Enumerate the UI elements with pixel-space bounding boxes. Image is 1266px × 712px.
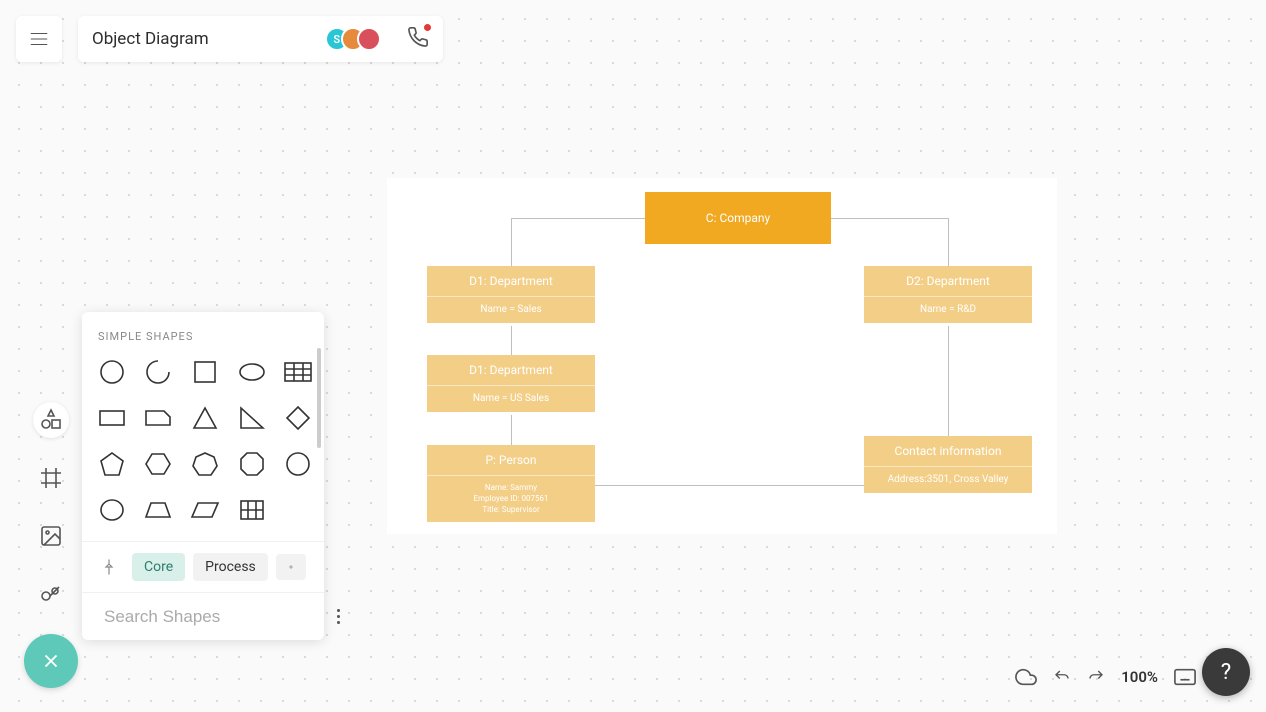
node-title: P: Person — [427, 445, 595, 475]
chip-core[interactable]: Core — [132, 553, 185, 581]
diagram-node-d3[interactable]: D1: Department Name = US Sales — [427, 355, 595, 412]
image-icon — [39, 524, 63, 548]
keyboard-button[interactable] — [1174, 668, 1196, 686]
search-row — [82, 592, 324, 640]
node-body: Name: Sammy Employee ID: 007561 Title: S… — [427, 475, 595, 522]
freehand-icon — [39, 582, 63, 606]
shapes-grid — [82, 351, 324, 541]
node-title: D2: Department — [864, 266, 1032, 296]
close-icon — [40, 650, 62, 672]
chip-process[interactable]: Process — [193, 553, 268, 581]
chip-add[interactable] — [276, 554, 306, 580]
redo-button[interactable] — [1087, 668, 1105, 686]
shape-grid[interactable] — [238, 495, 266, 525]
shapes-panel-title: SIMPLE SHAPES — [82, 312, 324, 351]
shape-circle[interactable] — [98, 357, 126, 387]
node-body: Name = R&D — [864, 296, 1032, 323]
shape-table[interactable] — [284, 357, 312, 387]
shapes-icon — [39, 408, 63, 432]
diagram-node-d1[interactable]: D1: Department Name = Sales — [427, 266, 595, 323]
document-title[interactable]: Object Diagram — [92, 29, 309, 49]
diagram-canvas[interactable]: C: Company D1: Department Name = Sales D… — [387, 178, 1057, 534]
top-bar: Object Diagram S — [16, 16, 443, 62]
redo-icon — [1087, 668, 1105, 686]
diagram-node-d2[interactable]: D2: Department Name = R&D — [864, 266, 1032, 323]
cloud-sync-button[interactable] — [1015, 666, 1037, 688]
pin-button[interactable] — [94, 552, 124, 582]
avatar[interactable] — [357, 27, 381, 51]
shape-empty — [284, 495, 312, 525]
call-button[interactable] — [407, 26, 429, 52]
shape-octagon[interactable] — [238, 449, 266, 479]
undo-icon — [1053, 668, 1071, 686]
shape-rectangle[interactable] — [98, 403, 126, 433]
frame-tool[interactable] — [33, 460, 69, 496]
shape-category-row: Core Process — [82, 541, 324, 592]
frame-icon — [39, 466, 63, 490]
left-toolbar — [24, 402, 78, 688]
node-title: D1: Department — [427, 355, 595, 385]
diagram-node-company[interactable]: C: Company — [645, 192, 831, 244]
help-icon: ? — [1221, 660, 1231, 685]
shape-hexagon[interactable] — [144, 449, 172, 479]
close-panel-button[interactable] — [24, 634, 78, 688]
menu-icon — [28, 28, 50, 50]
shape-diamond[interactable] — [284, 403, 312, 433]
shape-parallelogram[interactable] — [190, 495, 220, 525]
shape-nonagon[interactable] — [284, 449, 312, 479]
shape-right-triangle[interactable] — [238, 403, 266, 433]
node-title: C: Company — [706, 211, 770, 225]
node-body: Address:3501, Cross Valley — [864, 466, 1032, 493]
shape-pentagon[interactable] — [98, 449, 126, 479]
diagram-node-contact[interactable]: Contact information Address:3501, Cross … — [864, 436, 1032, 493]
shape-trapezoid[interactable] — [144, 495, 172, 525]
collaborators[interactable]: S — [325, 27, 381, 51]
cloud-icon — [1015, 666, 1037, 688]
help-button[interactable]: ? — [1202, 648, 1250, 696]
more-options-button[interactable] — [333, 605, 344, 628]
menu-button[interactable] — [16, 16, 62, 62]
notification-dot — [424, 24, 431, 31]
shape-square[interactable] — [190, 357, 220, 387]
freehand-tool[interactable] — [33, 576, 69, 612]
scrollbar[interactable] — [317, 348, 321, 448]
diagram-node-person[interactable]: P: Person Name: Sammy Employee ID: 00756… — [427, 445, 595, 522]
shape-card[interactable] — [144, 403, 172, 433]
node-title: Contact information — [864, 436, 1032, 466]
shape-oval[interactable] — [98, 495, 126, 525]
zoom-level[interactable]: 100% — [1121, 668, 1158, 686]
search-input[interactable] — [104, 607, 325, 627]
keyboard-icon — [1174, 668, 1196, 686]
shapes-panel: SIMPLE SHAPES Core Process — [82, 312, 324, 640]
shape-ellipse[interactable] — [238, 357, 266, 387]
title-card: Object Diagram S — [78, 16, 443, 62]
node-body: Name = US Sales — [427, 385, 595, 412]
image-tool[interactable] — [33, 518, 69, 554]
bottom-toolbar: 100% — [1015, 666, 1196, 688]
shapes-tool[interactable] — [33, 402, 69, 438]
node-body: Name = Sales — [427, 296, 595, 323]
undo-button[interactable] — [1053, 668, 1071, 686]
shape-heptagon[interactable] — [190, 449, 220, 479]
shape-triangle[interactable] — [190, 403, 220, 433]
plus-icon — [288, 560, 294, 574]
pin-icon — [100, 558, 118, 576]
shape-arc[interactable] — [144, 357, 172, 387]
node-title: D1: Department — [427, 266, 595, 296]
